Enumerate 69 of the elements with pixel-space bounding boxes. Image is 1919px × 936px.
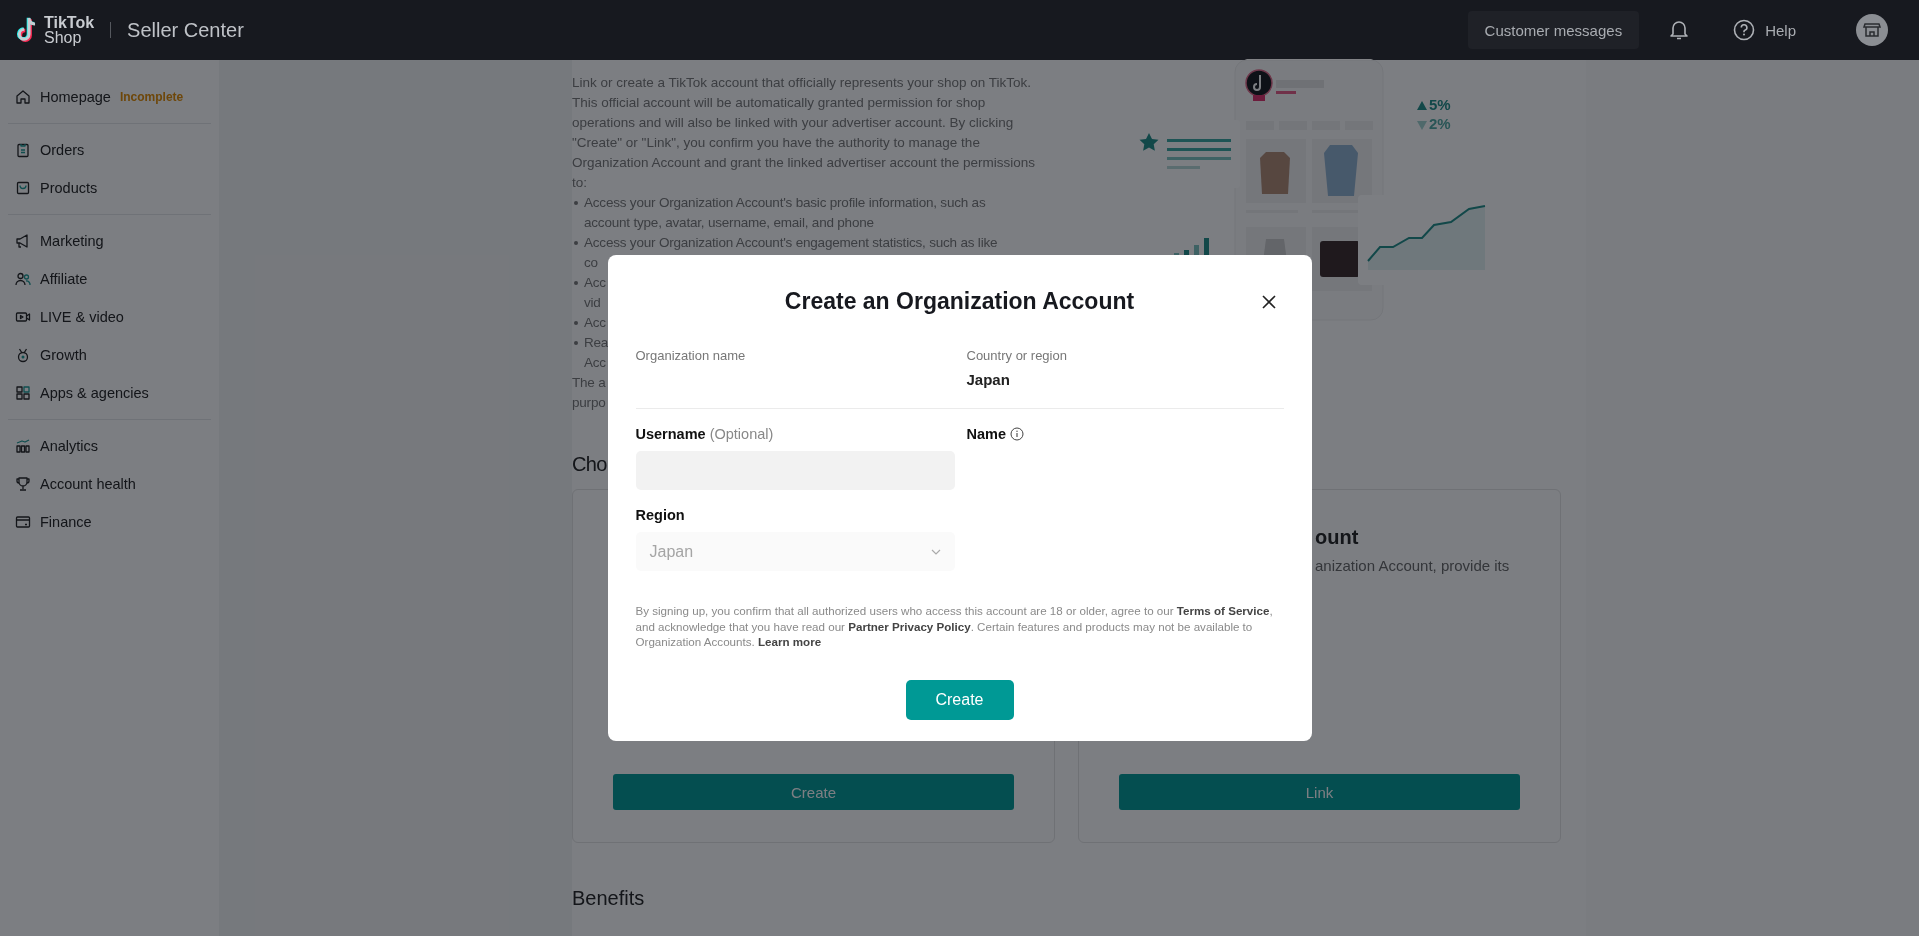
home-icon	[15, 89, 31, 105]
app-title: Seller Center	[127, 18, 244, 42]
bullet-dot	[574, 281, 578, 285]
legal-link[interactable]: Learn more	[757, 635, 822, 649]
sidebar-item[interactable]: Orders	[8, 131, 211, 169]
dialog-title: Create an Organization Account	[784, 288, 1135, 316]
help-icon	[1733, 19, 1756, 41]
bullet-dot	[574, 241, 578, 245]
card-icon	[15, 514, 31, 530]
sidebar-item[interactable]: Marketing	[8, 222, 211, 260]
store-avatar-icon[interactable]	[1856, 14, 1888, 46]
legal-link[interactable]: Partner Privacy Policy	[848, 619, 971, 633]
status-label: Incomplete	[119, 90, 184, 104]
chevron-down-icon	[930, 548, 941, 555]
bullet-dot	[574, 201, 578, 205]
grid-icon	[15, 385, 31, 401]
paragraph-text: The a	[572, 374, 606, 392]
bag-icon	[15, 180, 31, 196]
card-action-button[interactable]: Link	[1119, 774, 1520, 810]
bullet-text: vid	[584, 294, 601, 312]
stat-text: 5%	[1429, 96, 1451, 114]
card-action-button[interactable]: Create	[613, 774, 1014, 810]
sidebar-item[interactable]: LIVE & video	[8, 298, 211, 336]
logo-text: TikTok Shop	[44, 15, 95, 45]
help-link[interactable]: Help	[1733, 19, 1796, 41]
sidebar-item[interactable]: Account health	[8, 465, 211, 503]
bullet-text: co	[584, 254, 598, 272]
field-label: Region	[635, 506, 686, 525]
bullet-text: Acc	[584, 354, 606, 372]
stat-text: 2%	[1429, 115, 1451, 133]
paragraph-text: purpo	[572, 394, 606, 412]
close-icon[interactable]	[1260, 293, 1277, 310]
sidebar-item[interactable]: Finance	[8, 503, 211, 541]
info-icon[interactable]	[1010, 427, 1024, 442]
bullet-dot	[574, 321, 578, 325]
section-heading: Benefits	[572, 887, 645, 910]
card-description: anization Account, provide its	[1315, 557, 1511, 574]
bullet-text: Rea	[584, 334, 609, 352]
sidebar-item[interactable]: Analytics	[8, 427, 211, 465]
sidebar-item[interactable]: Growth	[8, 336, 211, 374]
trophy-icon	[15, 476, 31, 492]
field-label: Country or region	[966, 347, 1068, 365]
intro-paragraph: Link or create a TikTok account that officially represents your shop on TikTok. This official account will be automatically granted permission for shop operations and will also be linked with your advertiser account. By clicking "Create" or "Link", you confirm you have the authority to manage the Organization Account and grant the linked advertiser account the permissions to:	[572, 74, 1036, 192]
sidebar-item[interactable]: Homepage Incomplete	[8, 78, 211, 116]
sidebar-item[interactable]: Affiliate	[8, 260, 211, 298]
bullet-text: Acc	[584, 314, 606, 332]
create-button[interactable]: Create	[905, 679, 1014, 720]
field-label: Username (Optional)	[635, 425, 775, 444]
bullet-dot	[574, 341, 578, 345]
field-value: Japan	[966, 371, 1011, 389]
customer-messages-button[interactable]: Customer messages	[1467, 11, 1640, 49]
sidebar-item[interactable]: Products	[8, 169, 211, 207]
bullet-text: Access your Organization Account's basic profile information, such as	[584, 194, 986, 212]
bell-icon[interactable]	[1669, 19, 1690, 41]
video-camera-icon	[15, 309, 31, 325]
people-icon	[15, 271, 31, 287]
field-label: Name	[966, 425, 1006, 444]
bullet-text: Acc	[584, 274, 606, 292]
bullet-text: Access your Organization Account's engagement statistics, such as like	[584, 234, 998, 252]
section-heading: Cho	[572, 453, 607, 476]
card-title: ount	[1315, 526, 1360, 549]
megaphone-icon	[15, 233, 31, 249]
bullet-text: account type, avatar, username, email, and phone	[584, 214, 874, 232]
field-label: Organization name	[635, 347, 747, 365]
clipboard-icon	[15, 142, 31, 158]
legal-text: By signing up, you confirm that all authorized users who access this account are 18 or older, agree to our Terms of Service, and acknowledge that you have read our Partner Privacy Policy. Certain features and products may not be available to Organization Accounts. Learn more	[635, 603, 1274, 650]
medal-icon	[15, 347, 31, 363]
bar-chart-icon	[15, 438, 31, 454]
sidebar-item[interactable]: Apps & agencies	[8, 374, 211, 412]
